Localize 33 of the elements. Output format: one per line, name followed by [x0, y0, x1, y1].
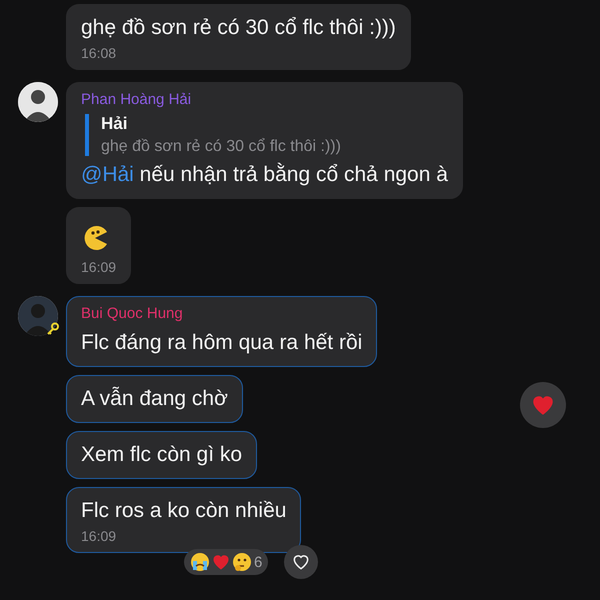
message-text: A vẫn đang chờ: [81, 386, 228, 412]
crying-face-icon: [190, 552, 210, 572]
thinking-face-icon: [232, 552, 252, 572]
mention-link[interactable]: @Hải: [81, 163, 134, 186]
message-bubble[interactable]: Xem flc còn gì ko: [66, 431, 258, 479]
message-time: 16:08: [81, 45, 118, 61]
sender-name: Phan Hoàng Hải: [81, 91, 192, 108]
message-bubble[interactable]: Phan Hoàng Hải Hải ghẹ đồ sơn rẻ có 30 cổ flc thôi :))) @Hải nếu nhận trả bằng cổ chả ngon à: [66, 82, 463, 199]
message-text: Flc ros a ko còn nhiều: [81, 498, 286, 524]
avatar[interactable]: [18, 82, 58, 122]
message-bubble[interactable]: Flc ros a ko còn nhiều 16:09: [66, 487, 302, 553]
quoted-message[interactable]: Hải ghẹ đồ sơn rẻ có 30 cổ flc thôi :))): [85, 114, 448, 156]
reaction-button[interactable]: [520, 382, 566, 428]
avatar[interactable]: [18, 296, 58, 336]
react-button[interactable]: [284, 545, 318, 579]
message-bubble[interactable]: ghẹ đồ sơn rẻ có 30 cổ flc thôi :))) 16:08: [66, 4, 411, 70]
person-silhouette-icon: [18, 296, 58, 336]
sender-name: Bui Quoc Hung: [81, 305, 184, 322]
reactions-pill[interactable]: 6: [184, 549, 268, 575]
message-text: ghẹ đồ sơn rẻ có 30 cổ flc thôi :))): [81, 15, 396, 41]
message-bubble[interactable]: A vẫn đang chờ: [66, 375, 243, 423]
quoted-text: ghẹ đồ sơn rẻ có 30 cổ flc thôi :))): [101, 138, 342, 156]
message-text: Flc đáng ra hôm qua ra hết rồi: [81, 330, 362, 356]
message-bubble[interactable]: 16:09: [66, 207, 132, 284]
message-time: 16:09: [81, 259, 116, 275]
message-time: 16:09: [81, 528, 118, 544]
message-text: Xem flc còn gì ko: [81, 442, 242, 468]
person-silhouette-icon: [18, 82, 58, 122]
reaction-count: 6: [254, 554, 262, 570]
heart-outline-icon: [291, 552, 311, 572]
message-bubble[interactable]: Bui Quoc Hung Flc đáng ra hôm qua ra hết rồi: [66, 296, 378, 367]
message-text: @Hải nếu nhận trả bằng cổ chả ngon à: [81, 162, 448, 188]
quoted-author: Hải: [101, 114, 128, 134]
